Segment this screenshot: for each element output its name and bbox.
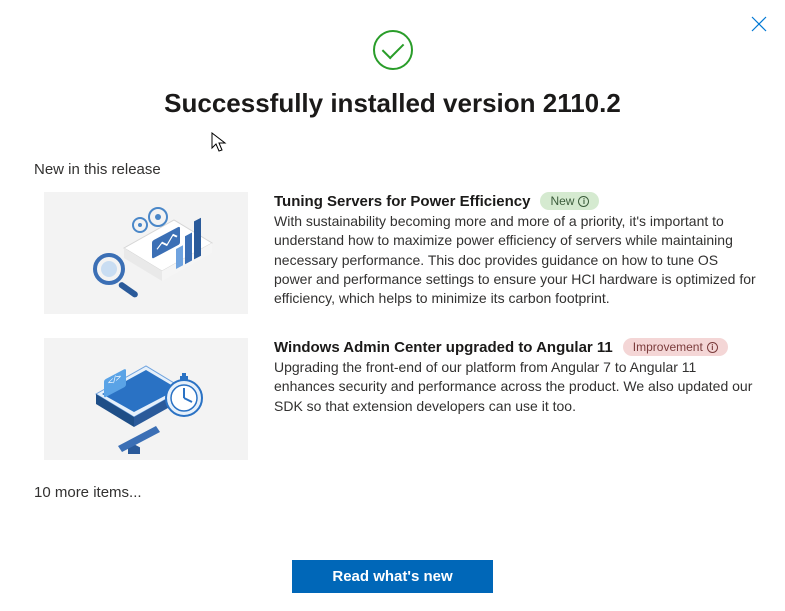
release-thumbnail xyxy=(44,192,248,314)
success-check-icon xyxy=(373,30,413,70)
new-badge: New i xyxy=(540,192,599,210)
tuning-illustration-icon xyxy=(76,203,216,303)
release-thumbnail: </> xyxy=(44,338,248,460)
close-button[interactable] xyxy=(747,12,771,36)
info-icon: i xyxy=(578,196,589,207)
badge-label: Improvement xyxy=(633,340,703,354)
improvement-badge: Improvement i xyxy=(623,338,728,356)
release-item: </> Windows Admin Center upgraded to Ang… xyxy=(0,332,785,478)
release-text: Windows Admin Center upgraded to Angular… xyxy=(274,338,759,460)
release-body: Upgrading the front-end of our platform … xyxy=(274,358,759,416)
badge-label: New xyxy=(550,194,574,208)
footer: Read what's new xyxy=(0,560,785,593)
upgrade-illustration-icon: </> xyxy=(76,344,216,454)
release-item: Tuning Servers for Power Efficiency New … xyxy=(0,186,785,332)
header: Successfully installed version 2110.2 xyxy=(0,0,785,119)
release-title: Tuning Servers for Power Efficiency xyxy=(274,193,530,210)
close-icon xyxy=(751,16,767,32)
page-title: Successfully installed version 2110.2 xyxy=(0,88,785,119)
release-title: Windows Admin Center upgraded to Angular… xyxy=(274,339,613,356)
release-body: With sustainability becoming more and mo… xyxy=(274,212,759,309)
info-icon: i xyxy=(707,342,718,353)
read-whats-new-button[interactable]: Read what's new xyxy=(292,560,492,593)
release-text: Tuning Servers for Power Efficiency New … xyxy=(274,192,759,314)
more-items-link[interactable]: 10 more items... xyxy=(0,478,785,501)
section-heading: New in this release xyxy=(0,119,785,186)
